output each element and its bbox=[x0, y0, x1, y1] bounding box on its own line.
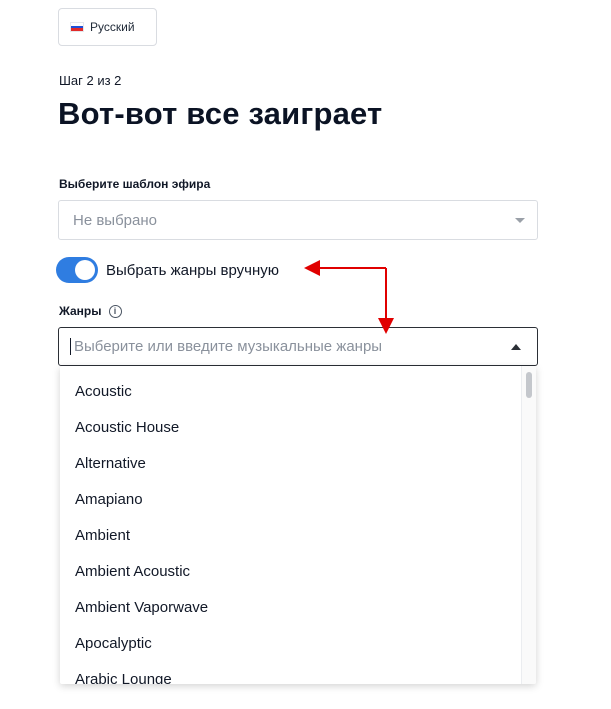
genre-option[interactable]: Apocalyptic bbox=[60, 626, 522, 662]
chevron-up-icon[interactable] bbox=[511, 344, 521, 350]
info-icon[interactable]: i bbox=[108, 304, 122, 318]
genre-option[interactable]: Acoustic House bbox=[60, 410, 522, 446]
template-select-label: Выберите шаблон эфира bbox=[59, 177, 211, 191]
scrollbar-thumb[interactable] bbox=[526, 372, 532, 398]
genre-option[interactable]: Alternative bbox=[60, 446, 522, 482]
russia-flag-icon bbox=[70, 22, 84, 32]
genre-option[interactable]: Arabic Lounge bbox=[60, 662, 522, 684]
page-title: Вот-вот все заиграет bbox=[58, 96, 383, 131]
genre-option[interactable]: Ambient Vaporwave bbox=[60, 590, 522, 626]
genres-combobox[interactable] bbox=[58, 327, 538, 366]
template-select[interactable]: Не выбрано bbox=[58, 200, 538, 240]
genres-label: Жанры bbox=[59, 304, 102, 318]
step-indicator: Шаг 2 из 2 bbox=[59, 73, 122, 88]
dropdown-scrollbar[interactable] bbox=[521, 366, 536, 684]
genres-option-list: Acoustic Acoustic House Alternative Amapian… bbox=[60, 366, 522, 684]
genres-label-row: Жанры i bbox=[59, 304, 122, 318]
manual-genres-toggle[interactable] bbox=[56, 257, 98, 283]
toggle-knob bbox=[75, 260, 95, 280]
genre-option[interactable]: Acoustic bbox=[60, 374, 522, 410]
genre-option[interactable]: Amapiano bbox=[60, 482, 522, 518]
language-label: Русский bbox=[90, 20, 135, 34]
chevron-down-icon bbox=[515, 218, 525, 223]
language-button[interactable]: Русский bbox=[58, 8, 157, 46]
manual-genres-toggle-row: Выбрать жанры вручную bbox=[56, 257, 279, 283]
template-select-value: Не выбрано bbox=[73, 211, 157, 229]
genres-search-input[interactable] bbox=[72, 337, 496, 356]
genre-option[interactable]: Ambient bbox=[60, 518, 522, 554]
text-cursor bbox=[70, 338, 71, 355]
manual-genres-toggle-label[interactable]: Выбрать жанры вручную bbox=[106, 262, 279, 279]
genre-option[interactable]: Ambient Acoustic bbox=[60, 554, 522, 590]
genres-dropdown: Acoustic Acoustic House Alternative Amapian… bbox=[60, 366, 536, 684]
